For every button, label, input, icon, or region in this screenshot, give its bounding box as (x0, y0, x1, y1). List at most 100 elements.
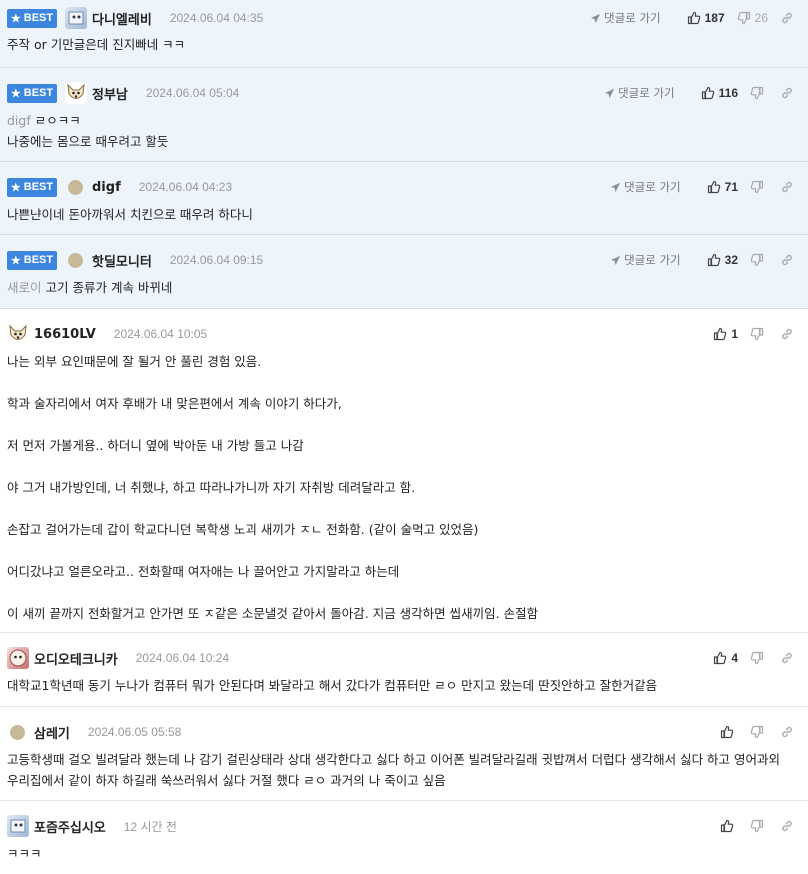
downvote-button[interactable] (750, 327, 768, 341)
upvote-button[interactable]: 71 (707, 180, 738, 194)
comment-author[interactable]: 다니엘레비 (92, 9, 152, 28)
downvote-button[interactable] (750, 725, 768, 739)
comment-body: 대학교1학년때 동기 누나가 컴퓨터 뭐가 안된다며 봐달라고 해서 갔다가 컴… (7, 675, 798, 706)
upvote-count: 1 (731, 327, 738, 341)
dog-avatar-icon (67, 83, 85, 99)
goto-comment-link[interactable]: 댓글로 가기 (610, 179, 681, 195)
upvote-button[interactable]: 116 (701, 86, 738, 100)
thumbs-down-icon (750, 180, 764, 194)
comment-date: 2024.06.04 05:04 (145, 86, 240, 100)
best-label: BEST (23, 87, 54, 99)
comment-author[interactable]: 오디오테크니카 (34, 649, 118, 668)
share-link-button[interactable] (780, 253, 798, 267)
thumbs-up-icon (720, 819, 734, 833)
thumbs-up-icon (713, 651, 727, 665)
upvote-button[interactable] (720, 819, 738, 833)
comment-item: ★ BEST 다니엘레비 2024.06.04 04:35 댓글로 가기 187 … (0, 0, 808, 68)
upvote-button[interactable]: 187 (687, 11, 725, 25)
avatar[interactable] (7, 647, 29, 669)
share-link-button[interactable] (780, 725, 798, 739)
avatar[interactable] (65, 7, 87, 29)
comment-text: 주작 or 기만글은데 진지빠네 ㅋㅋ (7, 37, 186, 52)
share-link-button[interactable] (780, 819, 798, 833)
comment-date: 2024.06.04 04:23 (138, 180, 233, 194)
avatar[interactable] (68, 179, 83, 195)
avatar[interactable] (65, 82, 87, 104)
share-link-button[interactable] (780, 86, 798, 100)
upvote-count: 32 (724, 253, 738, 267)
link-icon (780, 180, 794, 194)
downvote-count: 26 (754, 11, 768, 25)
comment-item: 16610LV 2024.06.04 10:05 1 나는 외부 요인때문에 잘… (0, 309, 808, 633)
comment-date: 2024.06.04 09:15 (169, 253, 264, 267)
avatar[interactable] (68, 252, 83, 268)
downvote-button[interactable] (750, 819, 768, 833)
comment-item: ★ BEST 정부남 2024.06.04 05:04 댓글로 가기 116 di… (0, 68, 808, 162)
upvote-count: 71 (724, 180, 738, 194)
share-link-button[interactable] (780, 327, 798, 341)
thumbs-down-icon (737, 11, 751, 25)
share-link-button[interactable] (780, 180, 798, 194)
share-link-button[interactable] (780, 651, 798, 665)
link-icon (780, 253, 794, 267)
thumbs-up-icon (687, 11, 701, 25)
star-icon: ★ (10, 181, 21, 194)
comment-date: 2024.06.04 10:24 (135, 651, 230, 665)
arrow-icon (590, 13, 601, 24)
reply-mention[interactable]: 새로이 (7, 280, 42, 295)
comment-item: 포즘주십시오 12 시간 전 ㅋㅋㅋ (0, 801, 808, 873)
goto-label: 댓글로 가기 (624, 253, 681, 267)
best-badge: ★ BEST (7, 177, 57, 197)
thumbs-down-icon (750, 819, 764, 833)
comment-item: 삼레기 2024.06.05 05:58 고등학생때 걸오 빌려달라 했는데 나… (0, 707, 808, 801)
downvote-button[interactable]: 26 (737, 11, 768, 25)
comment-body: 나는 외부 요인때문에 잘 될거 안 풀린 경험 있음. 학과 술자리에서 여자… (7, 351, 798, 634)
comment-text: ㅋㅋㅋ (7, 846, 42, 861)
goto-comment-link[interactable]: 댓글로 가기 (590, 10, 661, 26)
avatar[interactable] (7, 323, 29, 345)
thumbs-down-icon (750, 725, 764, 739)
link-icon (780, 651, 794, 665)
best-badge: ★ BEST (7, 8, 57, 28)
downvote-button[interactable] (750, 253, 768, 267)
comment-item: 오디오테크니카 2024.06.04 10:24 4 대학교1학년때 동기 누나… (0, 633, 808, 707)
comment-author[interactable]: digf (92, 180, 121, 195)
upvote-button[interactable]: 4 (713, 651, 738, 665)
comment-text: 나쁜냔이네 돈아까워서 치킨으로 때우려 하다니 (7, 207, 253, 222)
downvote-button[interactable] (750, 651, 768, 665)
best-badge: ★ BEST (7, 250, 57, 270)
avatar[interactable] (7, 815, 29, 837)
upvote-button[interactable]: 32 (707, 253, 738, 267)
comment-author[interactable]: 핫딜모니터 (92, 251, 152, 270)
reply-mention[interactable]: digf (7, 113, 31, 128)
comment-author[interactable]: 16610LV (34, 327, 96, 342)
comment-item: ★ BEST digf 2024.06.04 04:23 댓글로 가기 71 나쁜… (0, 162, 808, 235)
upvote-button[interactable] (720, 725, 738, 739)
avatar-image-icon (68, 11, 84, 25)
arrow-icon (604, 88, 615, 99)
comment-text: 이 새끼 끝까지 전화할거고 안가면 또 ㅈ같은 소문낼것 같아서 돌아감. 지… (7, 606, 539, 621)
share-link-button[interactable] (780, 11, 798, 25)
goto-comment-link[interactable]: 댓글로 가기 (604, 85, 675, 101)
dog-avatar-icon (9, 324, 27, 340)
thumbs-up-icon (713, 327, 727, 341)
thumbs-up-icon (720, 725, 734, 739)
best-badge: ★ BEST (7, 83, 57, 103)
comment-author[interactable]: 포즘주십시오 (34, 817, 106, 836)
comment-author[interactable]: 정부남 (92, 84, 128, 103)
link-icon (780, 86, 794, 100)
comment-body: digf ㄹㅇㅋㅋ 나중에는 몸으로 때우려고 할듯 (7, 110, 798, 162)
upvote-count: 4 (731, 651, 738, 665)
avatar[interactable] (10, 724, 25, 740)
avatar-image-icon (9, 649, 27, 667)
comment-author[interactable]: 삼레기 (34, 723, 70, 742)
comment-body: 새로이 고기 종류가 계속 바뀌네 (7, 277, 798, 308)
goto-label: 댓글로 가기 (624, 180, 681, 194)
comment-date: 2024.06.04 04:35 (169, 11, 264, 25)
star-icon: ★ (10, 254, 21, 267)
goto-comment-link[interactable]: 댓글로 가기 (610, 252, 681, 268)
downvote-button[interactable] (750, 180, 768, 194)
upvote-button[interactable]: 1 (713, 327, 738, 341)
thumbs-down-icon (750, 651, 764, 665)
downvote-button[interactable] (750, 86, 768, 100)
